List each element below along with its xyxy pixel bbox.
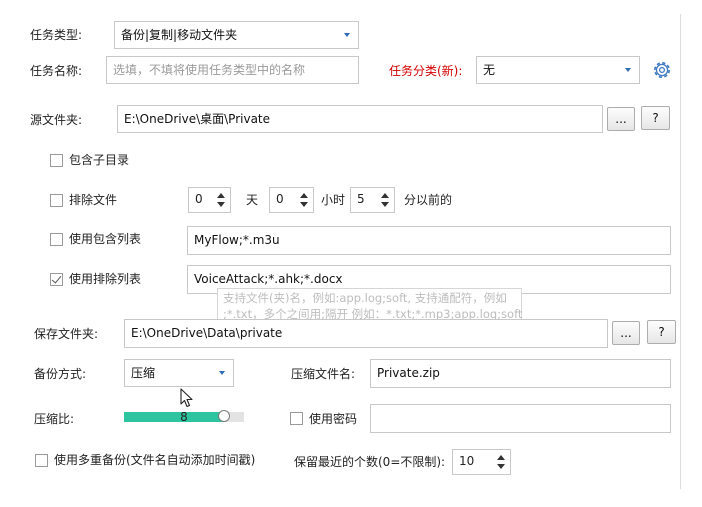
zip-name-input[interactable]: Private.zip [370, 359, 671, 388]
keep-count-stepper[interactable]: 10 [452, 449, 511, 475]
exclude-list-label: 使用排除列表 [69, 272, 142, 286]
task-type-value: 备份|复制|移动文件夹 [121, 28, 238, 42]
exclude-list-checkbox[interactable] [50, 273, 63, 286]
include-list-value: MyFlow;*.m3u [194, 233, 280, 247]
use-password-checkbox[interactable] [290, 412, 303, 425]
days-stepper[interactable]: 0 [188, 187, 231, 213]
save-folder-input[interactable]: E:\OneDrive\Data\private [124, 319, 608, 348]
multi-backup-label: 使用多重备份(文件名自动添加时间戳) [54, 453, 256, 467]
keep-count-label: 保留最近的个数(0=不限制): [294, 455, 446, 469]
task-name-placeholder: 选填，不填将使用任务类型中的名称 [113, 63, 306, 77]
task-category-value: 无 [483, 63, 496, 77]
spin-up-icon[interactable] [381, 193, 389, 198]
include-list-input[interactable]: MyFlow;*.m3u [187, 226, 671, 255]
hours-value: 0 [276, 192, 284, 206]
check-mark-icon [51, 273, 62, 284]
gear-icon[interactable] [651, 59, 673, 81]
save-help-button[interactable]: ? [647, 320, 676, 344]
mouse-cursor-icon [180, 388, 193, 408]
spin-up-icon[interactable] [497, 455, 505, 460]
task-type-select[interactable]: 备份|复制|移动文件夹 [114, 21, 359, 49]
spin-down-icon[interactable] [300, 202, 308, 207]
zip-name-value: Private.zip [377, 366, 440, 380]
slider-thumb[interactable] [217, 410, 230, 422]
include-list-label: 使用包含列表 [69, 232, 142, 246]
panel-divider [680, 14, 681, 489]
save-folder-label: 保存文件夹: [34, 327, 99, 341]
save-browse-button[interactable]: ... [612, 321, 640, 345]
task-category-select[interactable]: 无 [476, 56, 640, 84]
minutes-stepper[interactable]: 5 [350, 187, 395, 213]
task-type-label: 任务类型: [30, 28, 83, 42]
hours-stepper[interactable]: 0 [269, 187, 314, 213]
password-input[interactable] [370, 404, 671, 433]
chevron-down-icon [625, 68, 631, 72]
chevron-down-icon [344, 33, 350, 37]
backup-method-label: 备份方式: [34, 367, 87, 381]
tooltip-line-1: 支持文件(夹)名，例如:app.log;soft, 支持通配符，例如 [223, 291, 507, 305]
keep-count-value: 10 [459, 454, 475, 468]
hours-unit-label: 小时 [321, 193, 346, 207]
source-folder-path: E:\OneDrive\桌面\Private [124, 112, 271, 126]
multi-backup-checkbox[interactable] [35, 454, 48, 467]
days-unit-label: 天 [246, 193, 259, 207]
spin-down-icon[interactable] [497, 464, 505, 469]
source-help-button[interactable]: ? [641, 106, 670, 130]
compression-ratio-slider[interactable]: 8 [124, 410, 244, 424]
task-name-label: 任务名称: [30, 64, 83, 78]
spin-down-icon[interactable] [217, 202, 225, 207]
save-folder-path: E:\OneDrive\Data\private [131, 326, 283, 340]
source-folder-input[interactable]: E:\OneDrive\桌面\Private [117, 105, 603, 133]
exclude-files-checkbox[interactable] [50, 194, 63, 207]
backup-method-value: 压缩 [131, 366, 156, 380]
exclude-list-value: VoiceAttack;*.ahk;*.docx [194, 272, 343, 286]
minutes-unit-label: 分以前的 [404, 193, 453, 207]
source-browse-button[interactable]: ... [607, 107, 635, 131]
exclude-files-label: 排除文件 [69, 193, 118, 207]
spin-up-icon[interactable] [217, 193, 225, 198]
include-list-checkbox[interactable] [50, 233, 63, 246]
compression-ratio-label: 压缩比: [34, 412, 75, 426]
task-name-input[interactable]: 选填，不填将使用任务类型中的名称 [106, 56, 359, 84]
spin-up-icon[interactable] [300, 193, 308, 198]
task-category-label: 任务分类(新): [389, 64, 463, 78]
source-folder-label: 源文件夹: [30, 113, 83, 127]
include-subdirs-label: 包含子目录 [69, 153, 130, 167]
days-value: 0 [195, 192, 203, 206]
use-password-label: 使用密码 [309, 412, 358, 426]
minutes-value: 5 [357, 192, 365, 206]
spin-down-icon[interactable] [381, 202, 389, 207]
include-subdirs-checkbox[interactable] [50, 154, 63, 167]
chevron-down-icon [219, 371, 225, 375]
backup-method-select[interactable]: 压缩 [124, 359, 234, 387]
zip-name-label: 压缩文件名: [291, 367, 356, 381]
